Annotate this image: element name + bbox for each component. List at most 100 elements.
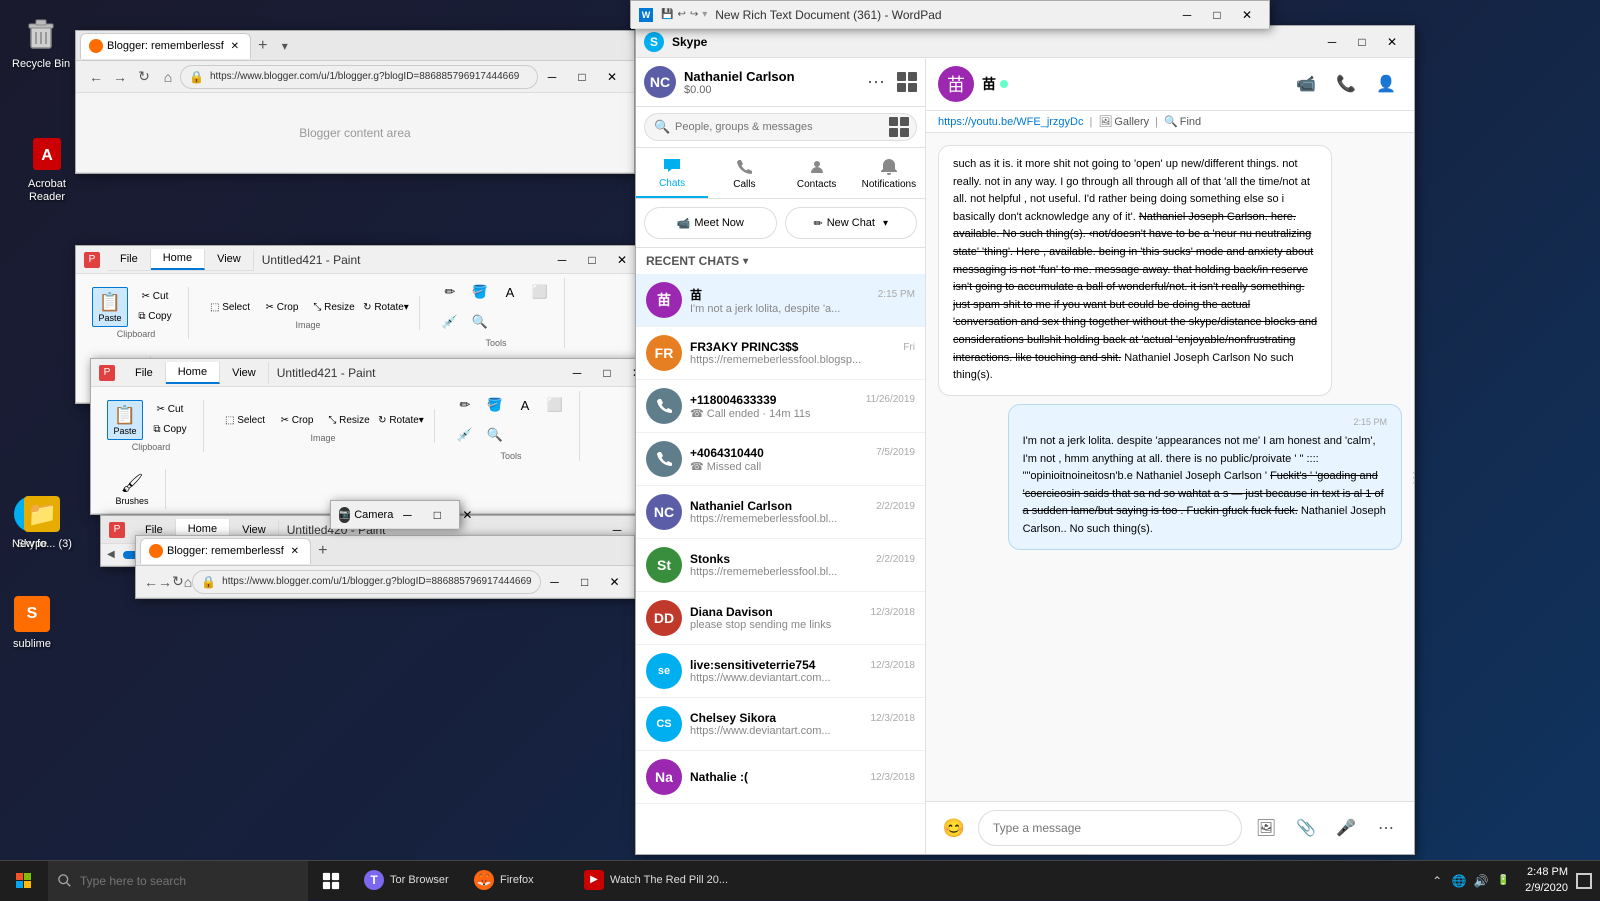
message-input[interactable] (978, 810, 1242, 846)
quick-access-menu[interactable]: ▾ (702, 9, 707, 20)
search-input[interactable] (644, 113, 917, 141)
show-desktop-btn[interactable] (1576, 873, 1592, 889)
close-browser-3[interactable]: ✕ (601, 571, 629, 593)
text-btn-2[interactable]: A (511, 391, 539, 419)
redo-quick[interactable]: ↪ (690, 9, 698, 20)
minimize-wordpad[interactable]: ─ (1173, 4, 1201, 26)
chat-item-miao[interactable]: 苗 苗 2:15 PM I'm not a jerk lolita, despi… (636, 274, 925, 327)
taskbar-app-firefox[interactable]: 🦊 Firefox (464, 861, 574, 901)
forward-btn-1[interactable]: → (108, 65, 132, 89)
new-chat-btn[interactable]: ✏ New Chat ▾ (785, 207, 918, 239)
minimize-browser-3[interactable]: ─ (541, 571, 569, 593)
close-wordpad[interactable]: ✕ (1233, 4, 1261, 26)
copy-btn[interactable]: ⧉ Copy (130, 307, 180, 325)
minimize-btn-2[interactable]: ─ (563, 362, 591, 384)
youtube-link[interactable]: https://youtu.be/WFE_jrzgyDc (938, 116, 1084, 128)
rotate-btn[interactable]: ↻ Rotate▾ (361, 296, 411, 318)
find-btn[interactable]: 🔍 Find (1164, 115, 1201, 128)
brushes-btn-2[interactable]: 🖌Brushes (107, 469, 157, 509)
crop-btn[interactable]: ✂ Crop (257, 296, 307, 318)
paint-tab-view-2[interactable]: View (220, 362, 269, 384)
more-input-btn[interactable]: ⋯ (1370, 812, 1402, 844)
resize-btn-2[interactable]: ⤡ Resize (324, 409, 374, 431)
select-btn[interactable]: ⬚ Select (205, 296, 255, 318)
audio-msg-btn[interactable]: 🎤 (1330, 812, 1362, 844)
zoom-btn[interactable]: 🔍 (466, 308, 494, 336)
chat-item-stonks[interactable]: St Stonks 2/2/2019 https://rememeberless… (636, 539, 925, 592)
paint-tab-file-2[interactable]: File (123, 362, 166, 384)
maximize-wordpad[interactable]: □ (1203, 4, 1231, 26)
tab-menu-btn[interactable]: ▾ (275, 36, 295, 56)
tab-close-3[interactable]: ✕ (288, 544, 302, 558)
chat-item-nathaniel[interactable]: NC Nathaniel Carlson 2/2/2019 https://re… (636, 486, 925, 539)
picker-btn[interactable]: 💉 (436, 308, 464, 336)
close-skype[interactable]: ✕ (1378, 31, 1406, 53)
maximize-btn-2[interactable]: □ (593, 362, 621, 384)
more-options-btn[interactable]: ⋯ (867, 72, 885, 93)
desktop-icon-new-folder[interactable]: 📁 New fo... (3) (8, 490, 76, 555)
emoji-btn[interactable]: 😊 (938, 812, 970, 844)
volume-icon[interactable]: 🔊 (1471, 871, 1491, 891)
select-btn-2[interactable]: ⬚ Select (220, 409, 270, 431)
minimize-btn[interactable]: ─ (548, 249, 576, 271)
close-btn[interactable]: ✕ (608, 249, 636, 271)
tab-close-1[interactable]: ✕ (228, 39, 242, 53)
paste-btn[interactable]: 📋Paste (92, 287, 128, 327)
nav-notifications[interactable]: Notifications (853, 148, 925, 198)
back-btn-3[interactable]: ← (144, 570, 158, 594)
close-browser-1[interactable]: ✕ (598, 66, 626, 88)
forward-btn-3[interactable]: → (158, 570, 172, 594)
gallery-btn[interactable]: 🖼 Gallery (1098, 115, 1149, 128)
search-input-taskbar[interactable] (80, 874, 260, 888)
chat-item-chelsey[interactable]: CS Chelsey Sikora 12/3/2018 https://www.… (636, 698, 925, 751)
new-tab-btn-3[interactable]: + (311, 539, 335, 563)
desktop-icon-sublime[interactable]: S sublime (8, 590, 56, 655)
browser-tab-blogger[interactable]: Blogger: rememberlessf ✕ (80, 33, 251, 59)
maximize-browser-3[interactable]: □ (571, 571, 599, 593)
video-call-btn[interactable]: 📹 (1290, 68, 1322, 100)
nav-calls[interactable]: Calls (708, 148, 780, 198)
chat-item-phone1[interactable]: +118004633339 11/26/2019 ☎ Call ended · … (636, 380, 925, 433)
msg2-more[interactable]: ⋮ (1407, 465, 1414, 487)
eraser-btn[interactable]: ⬜ (526, 278, 554, 306)
cut-btn-2[interactable]: ✂ Cut (145, 400, 195, 418)
fill-btn-2[interactable]: 🪣 (481, 391, 509, 419)
home-btn-3[interactable]: ⌂ (184, 570, 192, 594)
undo-quick[interactable]: ↩ (677, 9, 685, 20)
maximize-skype[interactable]: □ (1348, 31, 1376, 53)
picker-btn-2[interactable]: 💉 (451, 421, 479, 449)
reload-btn-3[interactable]: ↻ (172, 570, 184, 594)
send-file-btn[interactable]: 📎 (1290, 812, 1322, 844)
copy-btn-2[interactable]: ⧉ Copy (145, 420, 195, 438)
start-button[interactable] (0, 861, 48, 901)
recent-chats-header[interactable]: RECENT CHATS ▾ (636, 248, 925, 274)
task-view-btn[interactable] (308, 861, 354, 901)
url-bar-3[interactable]: 🔒 https://www.blogger.com/u/1/blogger.g?… (192, 570, 540, 594)
attach-btn[interactable]: 🖼 (1250, 812, 1282, 844)
chat-item-nathalie[interactable]: Na Nathalie :( 12/3/2018 (636, 751, 925, 804)
taskbar-app-tor[interactable]: T Tor Browser (354, 861, 464, 901)
reload-btn-1[interactable]: ↻ (132, 65, 156, 89)
back-btn-1[interactable]: ← (84, 65, 108, 89)
paint-tab-file[interactable]: File (108, 249, 151, 270)
close-camera-2[interactable]: ✕ (453, 504, 481, 526)
battery-icon[interactable]: 🔋 (1493, 871, 1513, 891)
text-btn[interactable]: A (496, 278, 524, 306)
fill-btn[interactable]: 🪣 (466, 278, 494, 306)
home-btn-1[interactable]: ⌂ (156, 65, 180, 89)
meet-now-btn[interactable]: 📹 Meet Now (644, 207, 777, 239)
chat-item-diana[interactable]: DD Diana Davison 12/3/2018 please stop s… (636, 592, 925, 645)
maximize-btn[interactable]: □ (578, 249, 606, 271)
browser-tab-3[interactable]: Blogger: rememberlessf ✕ (140, 538, 311, 564)
eraser-btn-2[interactable]: ⬜ (541, 391, 569, 419)
zoom-btn-2[interactable]: 🔍 (481, 421, 509, 449)
pencil-btn[interactable]: ✏ (436, 278, 464, 306)
nav-contacts[interactable]: Contacts (781, 148, 853, 198)
taskbar-app-watch[interactable]: ▶ Watch The Red Pill 20... (574, 861, 738, 901)
contacts-grid-btn[interactable] (889, 117, 909, 137)
paint-tab-view[interactable]: View (205, 249, 254, 270)
nav-chats[interactable]: Chats (636, 148, 708, 198)
taskbar-search[interactable] (48, 861, 308, 901)
add-people-btn[interactable]: 👤 (1370, 68, 1402, 100)
new-tab-btn[interactable]: + (251, 34, 275, 58)
